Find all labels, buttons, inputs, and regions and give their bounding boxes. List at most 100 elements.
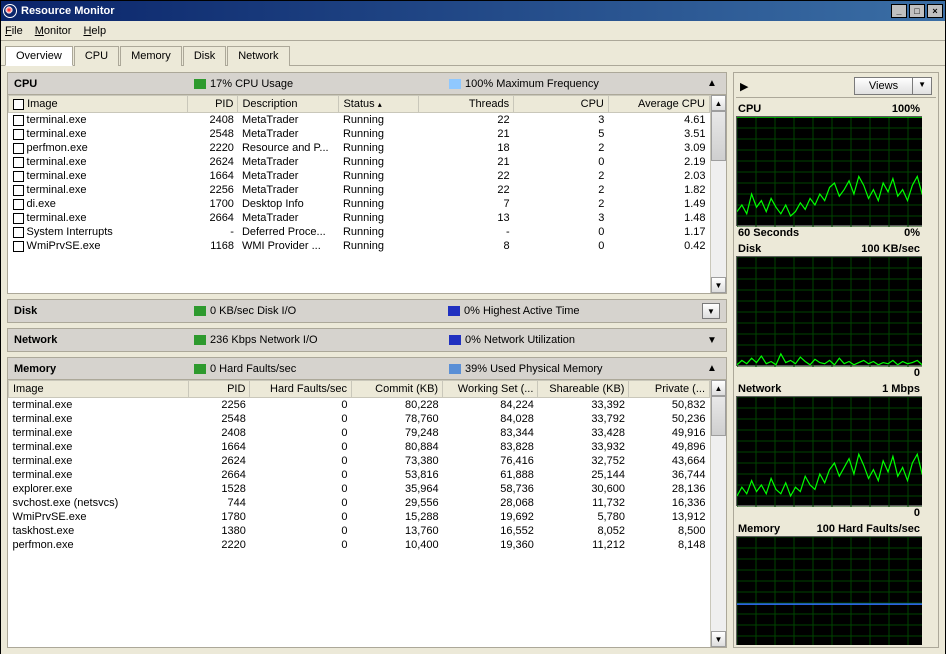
table-row[interactable]: terminal.exe2408MetaTraderRunning2234.61 [9,113,710,128]
mem-hf-swatch [194,364,206,374]
memory-panel-title: Memory [14,363,194,375]
cpu-scrollbar[interactable]: ▲ ▼ [710,95,726,293]
tab-memory[interactable]: Memory [120,46,182,66]
titlebar: Resource Monitor _ □ × [1,1,945,21]
table-row[interactable]: perfmon.exe2220010,40019,36011,2128,148 [9,538,710,552]
table-row[interactable]: svchost.exe (netsvcs)744029,55628,06811,… [9,496,710,510]
table-row[interactable]: WmiPrvSE.exe1780015,28819,6925,78013,912 [9,510,710,524]
mcol-pid[interactable]: PID [189,381,250,398]
disk-active-swatch [448,306,460,316]
table-row[interactable]: terminal.exe2256080,22884,22433,39250,83… [9,398,710,413]
row-checkbox[interactable] [13,213,24,224]
col-image[interactable]: Image [9,96,188,113]
table-row[interactable]: terminal.exe2548078,76084,02833,79250,23… [9,412,710,426]
views-button[interactable]: Views ▼ [854,77,932,95]
row-checkbox[interactable] [13,185,24,196]
views-label: Views [855,78,913,94]
scroll-up-icon[interactable]: ▲ [711,95,726,111]
table-row[interactable]: perfmon.exe2220Resource and P...Running1… [9,141,710,155]
mem-used-text: 39% Used Physical Memory [465,363,603,375]
table-row[interactable]: terminal.exe1664080,88483,82833,93249,89… [9,440,710,454]
col-avgcpu[interactable]: Average CPU [608,96,709,113]
tab-network[interactable]: Network [227,46,289,66]
mcol-image[interactable]: Image [9,381,189,398]
net-io-text: 236 Kbps Network I/O [210,334,318,346]
tab-cpu[interactable]: CPU [74,46,119,66]
table-row[interactable]: taskhost.exe1380013,76016,5528,0528,500 [9,524,710,538]
mcol-priv[interactable]: Private (... [629,381,710,398]
tab-disk[interactable]: Disk [183,46,226,66]
network-panel-header[interactable]: Network 236 Kbps Network I/O 0% Network … [8,329,726,351]
menubar: File Monitor Help [1,21,945,41]
table-row[interactable]: terminal.exe2548MetaTraderRunning2153.51 [9,127,710,141]
table-row[interactable]: terminal.exe2624MetaTraderRunning2102.19 [9,155,710,169]
memory-panel: Memory 0 Hard Faults/sec 39% Used Physic… [7,357,727,648]
cpu-freq-text: 100% Maximum Frequency [465,78,599,90]
minimize-button[interactable]: _ [891,4,907,18]
row-checkbox[interactable] [13,115,24,126]
row-checkbox[interactable] [13,171,24,182]
collapse-cpu-icon[interactable]: ▲ [704,78,720,89]
graph-title: CPU [738,103,761,115]
graph-network: Network1 Mbps0 [736,382,922,520]
row-checkbox[interactable] [13,227,24,238]
row-checkbox[interactable] [13,199,24,210]
table-row[interactable]: System Interrupts-Deferred Proce...Runni… [9,225,710,239]
col-status[interactable]: Status ▴ [339,96,419,113]
disk-panel-header[interactable]: Disk 0 KB/sec Disk I/O 0% Highest Active… [8,300,726,322]
menu-file[interactable]: File [5,25,23,37]
play-icon[interactable]: ▶ [740,80,748,93]
disk-panel-title: Disk [14,305,194,317]
scroll-down-icon[interactable]: ▼ [711,631,726,647]
select-all-checkbox[interactable] [13,99,24,110]
col-desc[interactable]: Description [238,96,339,113]
expand-network-icon[interactable]: ▼ [704,335,720,346]
scroll-up-icon[interactable]: ▲ [711,380,726,396]
table-row[interactable]: terminal.exe2256MetaTraderRunning2221.82 [9,183,710,197]
expand-disk-icon[interactable]: ▼ [702,303,720,319]
cpu-table: Image PID Description Status ▴ Threads C… [8,95,710,253]
memory-scrollbar[interactable]: ▲ ▼ [710,380,726,647]
row-checkbox[interactable] [13,143,24,154]
table-row[interactable]: terminal.exe2664053,81661,88825,14436,74… [9,468,710,482]
row-checkbox[interactable] [13,129,24,140]
row-checkbox[interactable] [13,157,24,168]
col-threads[interactable]: Threads [419,96,514,113]
close-button[interactable]: × [927,4,943,18]
table-row[interactable]: explorer.exe1528035,96458,73630,60028,13… [9,482,710,496]
collapse-memory-icon[interactable]: ▲ [704,363,720,374]
memory-panel-header[interactable]: Memory 0 Hard Faults/sec 39% Used Physic… [8,358,726,380]
table-row[interactable]: WmiPrvSE.exe1168WMI Provider ...Running8… [9,239,710,253]
sort-asc-icon: ▴ [378,100,382,109]
col-cpu[interactable]: CPU [514,96,609,113]
views-dropdown-icon[interactable]: ▼ [913,78,931,94]
net-util-swatch [449,335,461,345]
graph-scale: 100% [892,103,920,115]
table-row[interactable]: di.exe1700Desktop InfoRunning721.49 [9,197,710,211]
mcol-hf[interactable]: Hard Faults/sec [250,381,352,398]
tab-strip: Overview CPU Memory Disk Network [1,41,945,66]
mcol-share[interactable]: Shareable (KB) [538,381,629,398]
mcol-ws[interactable]: Working Set (... [443,381,538,398]
graph-memory: Memory100 Hard Faults/sec0 [736,522,922,645]
graph-cpu: CPU100%60 Seconds0% [736,102,922,240]
table-row[interactable]: terminal.exe2664MetaTraderRunning1331.48 [9,211,710,225]
network-panel-title: Network [14,334,194,346]
table-row[interactable]: terminal.exe1664MetaTraderRunning2222.03 [9,169,710,183]
maximize-button[interactable]: □ [909,4,925,18]
cpu-panel-header[interactable]: CPU 17% CPU Usage 100% Maximum Frequency… [8,73,726,95]
tab-overview[interactable]: Overview [5,46,73,66]
menu-monitor[interactable]: Monitor [35,25,72,37]
cpu-panel-title: CPU [14,78,194,90]
row-checkbox[interactable] [13,241,24,252]
scroll-down-icon[interactable]: ▼ [711,277,726,293]
graph-title: Network [738,383,781,395]
table-row[interactable]: terminal.exe2408079,24883,34433,42849,91… [9,426,710,440]
table-row[interactable]: terminal.exe2624073,38076,41632,75243,66… [9,454,710,468]
graphs-scrollbar[interactable] [922,98,936,645]
mcol-commit[interactable]: Commit (KB) [352,381,443,398]
col-pid[interactable]: PID [187,96,238,113]
menu-help[interactable]: Help [83,25,106,37]
disk-io-text: 0 KB/sec Disk I/O [210,305,296,317]
disk-io-swatch [194,306,206,316]
